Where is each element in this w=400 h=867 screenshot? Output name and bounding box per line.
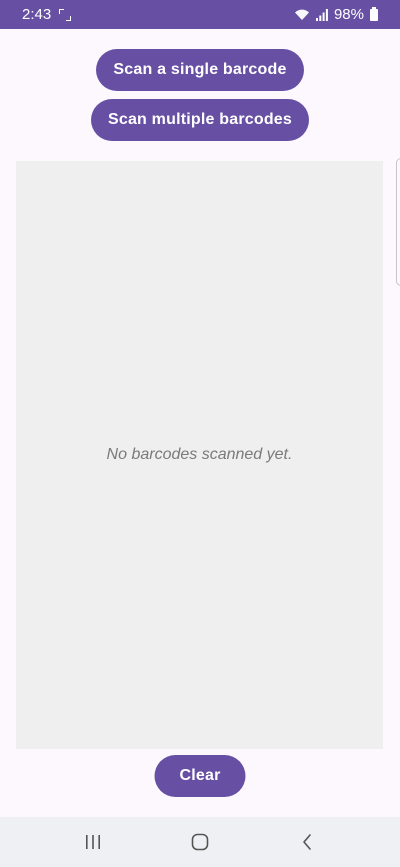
edge-panel-handle[interactable]	[396, 158, 400, 286]
recent-apps-icon[interactable]	[73, 822, 113, 862]
scan-multiple-button[interactable]: Scan multiple barcodes	[91, 99, 309, 141]
status-left: 2:43	[22, 6, 72, 23]
status-right: 98%	[294, 6, 378, 23]
status-time: 2:43	[22, 6, 52, 23]
navigation-bar	[0, 817, 400, 867]
wifi-icon	[294, 8, 310, 21]
signal-icon	[315, 8, 328, 21]
scan-single-button[interactable]: Scan a single barcode	[96, 49, 304, 91]
empty-message: No barcodes scanned yet.	[106, 446, 293, 463]
battery-icon	[370, 6, 378, 21]
status-bar: 2:43 98%	[0, 0, 400, 29]
clear-button[interactable]: Clear	[154, 755, 246, 797]
results-panel: No barcodes scanned yet.	[16, 161, 383, 749]
back-icon[interactable]	[287, 822, 327, 862]
screenshot-icon	[59, 8, 72, 21]
battery-level: 98%	[333, 6, 364, 23]
home-icon[interactable]	[180, 822, 220, 862]
